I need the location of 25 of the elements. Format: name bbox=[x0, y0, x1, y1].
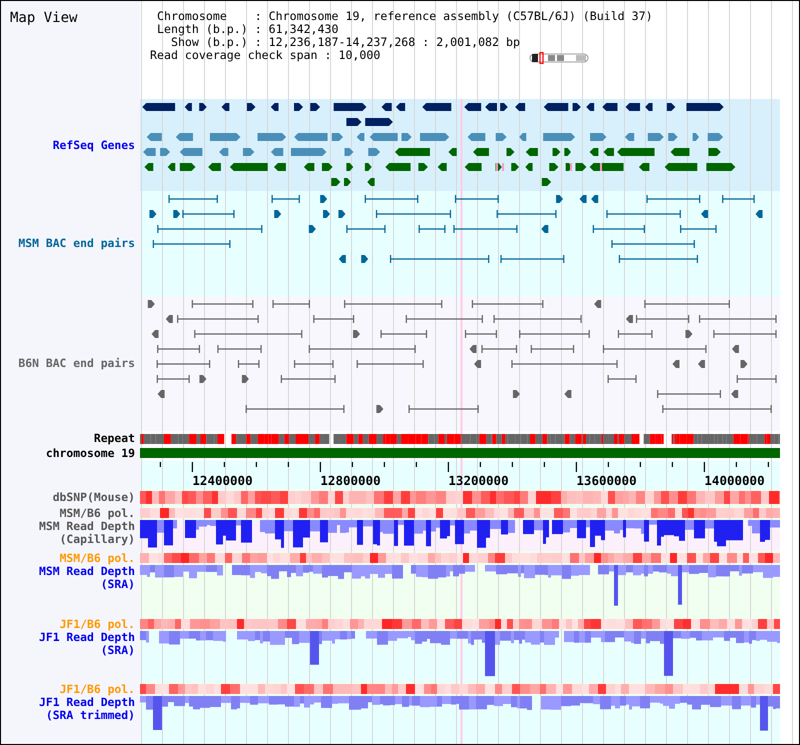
track-label: JF1/B6 pol. bbox=[60, 682, 135, 696]
track-label: MSM Read Depth (SRA) bbox=[38, 565, 135, 591]
page-title: Map View bbox=[10, 9, 78, 27]
info-line: Length (b.p.) : 61,342,430 bbox=[157, 23, 338, 36]
track-label: dbSNP(Mouse) bbox=[52, 491, 135, 504]
track-label: JF1/B6 pol. bbox=[60, 618, 135, 630]
track-label: RefSeq Genes bbox=[52, 138, 135, 152]
info-line: Read coverage check span : 10,000 bbox=[150, 49, 380, 62]
track-label: JF1 Read Depth (SRA trimmed) bbox=[38, 696, 135, 722]
track-label: chromosome 19 bbox=[46, 447, 135, 460]
axis-tick-label: 12400000 bbox=[192, 473, 253, 488]
info-line: Chromosome : Chromosome 19, reference assembly (C57BL/6J) (Build 37) bbox=[157, 10, 653, 23]
axis-tick-label: 13600000 bbox=[576, 473, 637, 488]
track-label: MSM/B6 pol. bbox=[60, 506, 135, 520]
axis-tick-label: 14000000 bbox=[704, 473, 765, 488]
axis-tick-label: 13200000 bbox=[448, 473, 509, 488]
chromosome-ideogram-icon bbox=[529, 52, 591, 64]
track-label: B6N BAC end pairs bbox=[18, 357, 135, 370]
info-line: Show (b.p.) : 12,236,187-14,237,268 : 2,001,082 bp bbox=[170, 36, 520, 49]
axis-tick-label: 12800000 bbox=[320, 473, 381, 488]
track-label: MSM Read Depth (Capillary) bbox=[38, 520, 135, 546]
track-label: MSM/B6 pol. bbox=[60, 552, 135, 564]
track-label: MSM BAC end pairs bbox=[18, 237, 135, 250]
track-label: Repeat bbox=[94, 432, 135, 445]
track-label: JF1 Read Depth (SRA) bbox=[38, 631, 135, 657]
